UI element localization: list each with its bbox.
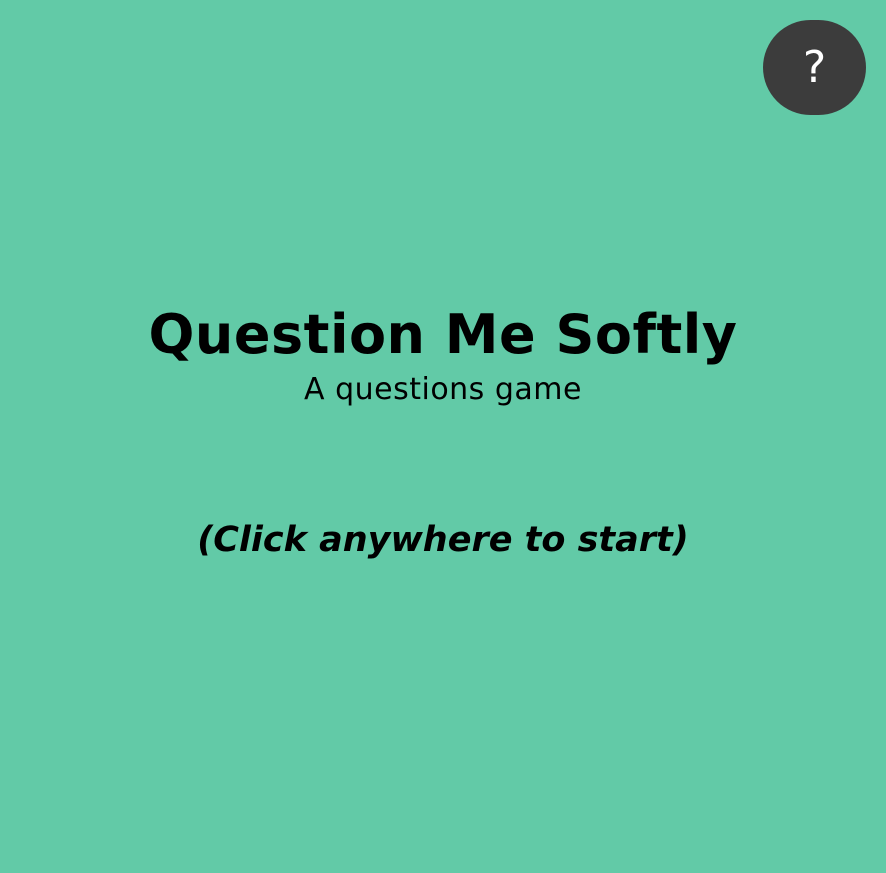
start-screen[interactable]: ? Question Me Softly A questions game (C… [0, 0, 886, 873]
game-subtitle: A questions game [304, 372, 582, 407]
help-button[interactable]: ? [763, 20, 866, 115]
title-block: Question Me Softly A questions game [0, 300, 886, 410]
question-mark-icon: ? [802, 41, 827, 93]
start-prompt: (Click anywhere to start) [197, 520, 689, 560]
game-title: Question Me Softly [148, 303, 738, 366]
